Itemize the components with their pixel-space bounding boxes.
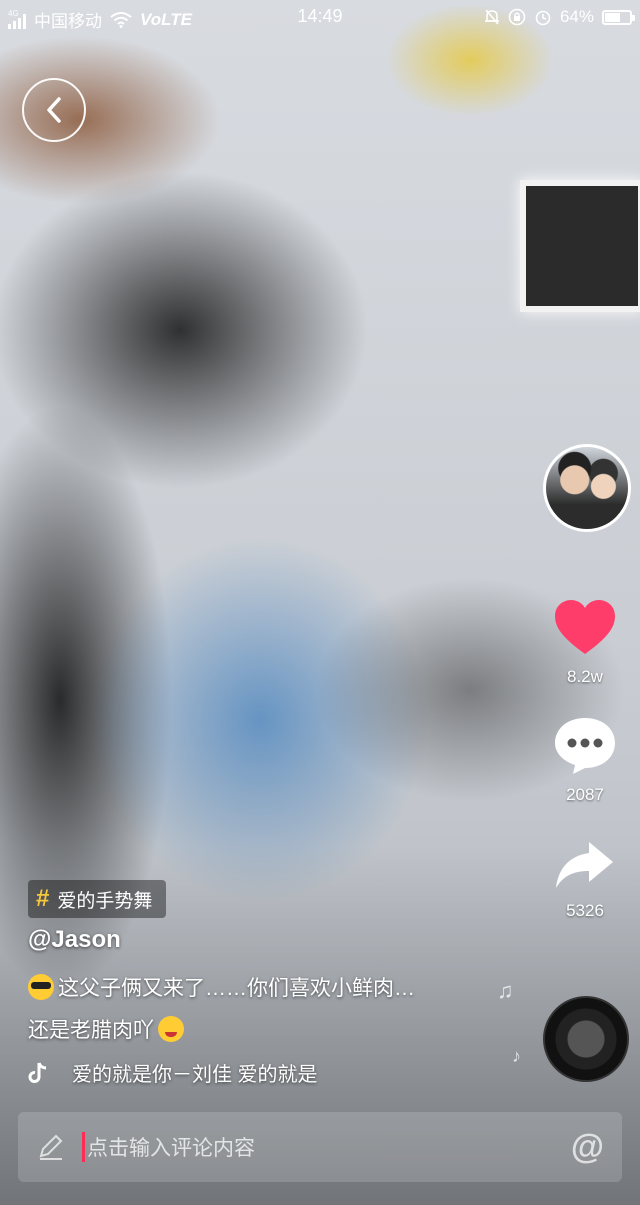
alarm-icon [535, 10, 551, 26]
tiktok-note-icon [28, 1061, 47, 1083]
author-avatar[interactable] [543, 444, 631, 532]
video-caption: 这父子俩又来了……你们喜欢小鲜肉… 还是老腊肉吖 [28, 968, 468, 1052]
music-note-icon: ♫ [497, 978, 514, 1003]
hashtag-icon: # [36, 885, 50, 912]
wink-emoji-icon [158, 1016, 184, 1042]
caption-line-1: 这父子俩又来了……你们喜欢小鲜肉… [58, 977, 415, 1000]
status-bar: 4G 中国移动 VoLTE 14:49 64% [0, 0, 640, 34]
comment-bubble-icon[interactable] [553, 716, 617, 776]
caption-line-2: 还是老腊肉吖 [28, 1019, 154, 1042]
text-cursor [82, 1132, 85, 1162]
like-count: 8.2w [567, 667, 603, 686]
hashtag-label: 爱的手势舞 [57, 890, 153, 912]
comment-input[interactable]: 点击输入评论内容 @ [18, 1112, 622, 1182]
share-arrow-icon[interactable] [553, 838, 617, 892]
battery-fill [605, 12, 621, 22]
comment-placeholder: 点击输入评论内容 [87, 1137, 255, 1160]
music-note-icon: ♪ [512, 1046, 521, 1066]
wall-photo-frame [520, 180, 640, 312]
battery-percent: 64% [559, 7, 594, 26]
pencil-icon [39, 1134, 63, 1160]
like-action[interactable]: 8.2w [540, 598, 630, 687]
share-count: 5326 [566, 901, 604, 920]
sunglasses-emoji-icon [28, 974, 54, 1000]
chevron-left-icon [47, 97, 61, 123]
back-button[interactable] [22, 78, 86, 142]
music-disc[interactable] [543, 996, 629, 1082]
music-row[interactable]: 爱的就是你－刘佳 爱的就是 [28, 1058, 342, 1087]
mute-bell-icon [484, 9, 499, 25]
comment-count: 2087 [566, 785, 604, 804]
music-title: 爱的就是你－刘佳 爱的就是 [72, 1064, 318, 1086]
at-mention-icon[interactable]: @ [571, 1128, 604, 1167]
heart-icon[interactable] [553, 598, 617, 658]
battery-icon [602, 9, 635, 25]
hashtag-badge[interactable]: # 爱的手势舞 [28, 880, 167, 918]
comment-action[interactable]: 2087 [540, 716, 630, 805]
author-username[interactable]: @Jason [28, 926, 121, 954]
status-right: 64% [484, 7, 635, 27]
lock-rotation-icon [508, 8, 526, 26]
share-action[interactable]: 5326 [540, 838, 630, 921]
